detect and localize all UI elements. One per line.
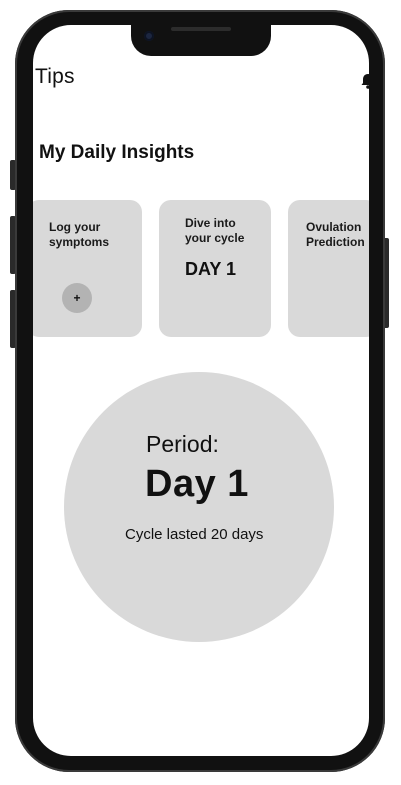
card-title: Ovulation Prediction xyxy=(306,220,365,250)
add-symptom-button[interactable]: + xyxy=(62,283,92,313)
bell-icon[interactable] xyxy=(359,72,369,90)
period-label: Period: xyxy=(146,431,219,457)
card-title-line: symptoms xyxy=(49,235,110,249)
card-title-line: your cycle xyxy=(185,231,245,245)
app-screen: Tips My Daily Insights Log your symptoms… xyxy=(33,25,369,756)
cycle-day-value: DAY 1 xyxy=(185,259,237,279)
card-title: Dive into your cycle xyxy=(185,216,244,246)
card-title-line: Log your xyxy=(49,220,101,234)
cycle-card[interactable]: Dive into your cycle DAY 1 xyxy=(159,200,271,337)
period-day: Day 1 xyxy=(145,463,249,505)
front-camera xyxy=(144,31,154,41)
speaker-grille xyxy=(171,27,231,31)
cycle-length-text: Cycle lasted 20 days xyxy=(125,526,264,543)
ovulation-prediction-card[interactable]: Ovulation Prediction xyxy=(288,200,369,337)
period-circle[interactable] xyxy=(64,372,334,642)
page-title: Tips xyxy=(35,65,75,88)
bell-icon-graphic xyxy=(361,74,369,89)
card-title-line: Dive into xyxy=(185,216,236,230)
device-mockup: Tips My Daily Insights Log your symptoms… xyxy=(0,0,401,785)
card-title-line: Prediction xyxy=(306,235,365,249)
log-symptoms-card[interactable]: Log your symptoms + xyxy=(33,200,142,337)
card-title-line: Ovulation xyxy=(306,220,362,234)
card-title: Log your symptoms xyxy=(49,220,109,250)
notch xyxy=(131,25,271,56)
section-title-daily-insights: My Daily Insights xyxy=(39,142,195,163)
